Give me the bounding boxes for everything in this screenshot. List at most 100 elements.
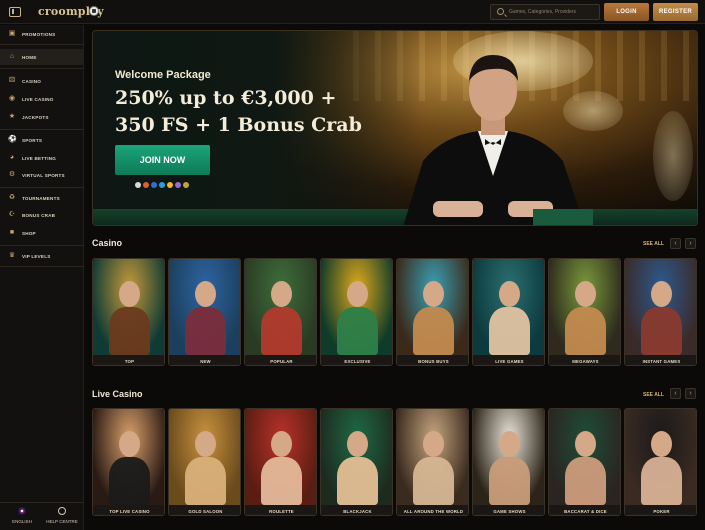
- help-centre-link[interactable]: HELP CENTRE: [42, 507, 82, 524]
- sidebar-toggle-icon[interactable]: [9, 7, 21, 17]
- casino-prev-arrow-icon[interactable]: ‹: [670, 238, 681, 249]
- live-next-arrow-icon[interactable]: ›: [685, 388, 696, 399]
- login-button[interactable]: LOGIN: [604, 3, 649, 21]
- live-category-card-label: GAME SHOWS: [473, 505, 544, 515]
- payment-method-icon: [143, 182, 149, 188]
- card-figure-head: [271, 281, 292, 307]
- live-category-card-label: ALL AROUND THE WORLD: [397, 505, 468, 515]
- casino-category-card[interactable]: NEW: [168, 258, 241, 366]
- live-category-card-label: GOLD SALOON: [169, 505, 240, 515]
- payment-method-icon: [159, 182, 165, 188]
- sidebar-item-label: JACKPOTS: [22, 114, 49, 120]
- home-icon: ⌂: [9, 53, 15, 60]
- card-figure-body: [641, 457, 682, 505]
- card-figure-body: [641, 307, 682, 355]
- casino-category-card-label: MEGAWAYS: [549, 355, 620, 365]
- sidebar-footer: ENGLISH HELP CENTRE: [0, 502, 84, 530]
- casino-category-card[interactable]: INSTANT GAMES: [624, 258, 697, 366]
- card-figure-head: [271, 431, 292, 457]
- sidebar-item-casino[interactable]: ⚄ CASINO: [0, 73, 84, 89]
- sidebar-item-live-betting[interactable]: ◕ LIVE BETTING: [0, 150, 84, 166]
- live-category-card-image: [93, 409, 164, 505]
- live-category-card-image: [397, 409, 468, 505]
- live-category-card-label: BLACKJACK: [321, 505, 392, 515]
- card-figure-body: [185, 307, 226, 355]
- live-category-card[interactable]: GOLD SALOON: [168, 408, 241, 516]
- dealer-illustration: [403, 55, 593, 225]
- card-figure-body: [261, 457, 302, 505]
- live-category-card[interactable]: ROULETTE: [244, 408, 317, 516]
- sidebar-item-tournaments[interactable]: ♻ TOURNAMENTS: [0, 190, 84, 206]
- card-figure-body: [413, 457, 454, 505]
- payment-method-icon: [151, 182, 157, 188]
- welcome-banner[interactable]: Welcome Package 250% up to €3,000 + 350 …: [92, 30, 698, 226]
- casino-category-card-label: TOP: [93, 355, 164, 365]
- sidebar-item-sports[interactable]: ⚽ SPORTS: [0, 132, 84, 148]
- sidebar-item-label: CASINO: [22, 78, 42, 84]
- casino-category-card[interactable]: POPULAR: [244, 258, 317, 366]
- sidebar-item-home[interactable]: ⌂ HOME: [0, 49, 84, 65]
- language-selector[interactable]: ENGLISH: [2, 507, 42, 524]
- casino-category-card-image: [169, 259, 240, 355]
- live-category-card-label: BACCARAT & DICE: [549, 505, 620, 515]
- gift-icon: ▣: [8, 30, 16, 37]
- card-figure-body: [109, 457, 150, 505]
- live-category-card-image: [549, 409, 620, 505]
- card-figure-head: [499, 431, 520, 457]
- card-figure-head: [195, 431, 216, 457]
- crab-icon: ☪: [8, 211, 16, 218]
- card-figure-body: [413, 307, 454, 355]
- card-figure-body: [489, 457, 530, 505]
- live-category-card[interactable]: BACCARAT & DICE: [548, 408, 621, 516]
- casino-category-card-image: [93, 259, 164, 355]
- sidebar-item-label: LIVE CASINO: [22, 96, 54, 102]
- sidebar-item-vip-levels[interactable]: ♛ VIP LEVELS: [0, 248, 84, 264]
- casino-category-card-label: NEW: [169, 355, 240, 365]
- casino-category-card[interactable]: TOP: [92, 258, 165, 366]
- payment-method-icon: [135, 182, 141, 188]
- live-category-card[interactable]: TOP LIVE CASINO: [92, 408, 165, 516]
- casino-category-card[interactable]: MEGAWAYS: [548, 258, 621, 366]
- live-category-card[interactable]: POKER: [624, 408, 697, 516]
- casino-category-card-image: [549, 259, 620, 355]
- bonus-headline: 250% up to €3,000 + 350 FS + 1 Bonus Cra…: [115, 85, 415, 139]
- card-figure-head: [347, 281, 368, 307]
- casino-category-card-image: [473, 259, 544, 355]
- sidebar-item-jackpots[interactable]: ★ JACKPOTS: [0, 109, 84, 125]
- crown-icon: ♛: [8, 252, 16, 259]
- casino-next-arrow-icon[interactable]: ›: [685, 238, 696, 249]
- casino-see-all-link[interactable]: SEE ALL: [643, 241, 664, 247]
- casino-category-card-label: EXCLUSIVE: [321, 355, 392, 365]
- casino-category-card[interactable]: LIVE GAMES: [472, 258, 545, 366]
- sidebar-item-virtual-sports[interactable]: ⚙ VIRTUAL SPORTS: [0, 167, 84, 183]
- card-figure-head: [423, 281, 444, 307]
- live-prev-arrow-icon[interactable]: ‹: [670, 388, 681, 399]
- sidebar-item-live-casino[interactable]: ◉ LIVE CASINO: [0, 91, 84, 107]
- live-category-card[interactable]: GAME SHOWS: [472, 408, 545, 516]
- dice-icon: ⚄: [8, 77, 16, 84]
- live-casino-see-all-link[interactable]: SEE ALL: [643, 392, 664, 398]
- sidebar-item-bonus-crab[interactable]: ☪ BONUS CRAB: [0, 207, 84, 223]
- card-figure-head: [651, 431, 672, 457]
- casino-category-card-image: [625, 259, 696, 355]
- casino-category-card[interactable]: BONUS BUYS: [396, 258, 469, 366]
- casino-category-card[interactable]: EXCLUSIVE: [320, 258, 393, 366]
- sidebar-item-shop[interactable]: ■ SHOP: [0, 225, 84, 241]
- search-icon: [497, 8, 504, 15]
- card-figure-head: [575, 431, 596, 457]
- payment-method-icon: [175, 182, 181, 188]
- card-figure-head: [575, 281, 596, 307]
- payment-method-icon: [167, 182, 173, 188]
- register-button[interactable]: REGISTER: [653, 3, 698, 21]
- top-bar: croompley LOGIN REGISTER: [0, 0, 705, 24]
- search-box[interactable]: [490, 4, 600, 20]
- live-category-card[interactable]: BLACKJACK: [320, 408, 393, 516]
- live-category-card[interactable]: ALL AROUND THE WORLD: [396, 408, 469, 516]
- sidebar-item-promotions[interactable]: ▣ PROMOTIONS: [0, 26, 84, 42]
- live-casino-section-title: Live Casino: [92, 389, 143, 399]
- virtual-icon: ⚙: [8, 171, 16, 178]
- sidebar-item-label: VIP LEVELS: [22, 253, 51, 259]
- join-now-button[interactable]: JOIN NOW: [115, 145, 210, 175]
- search-input[interactable]: [509, 6, 597, 18]
- casino-category-card-image: [245, 259, 316, 355]
